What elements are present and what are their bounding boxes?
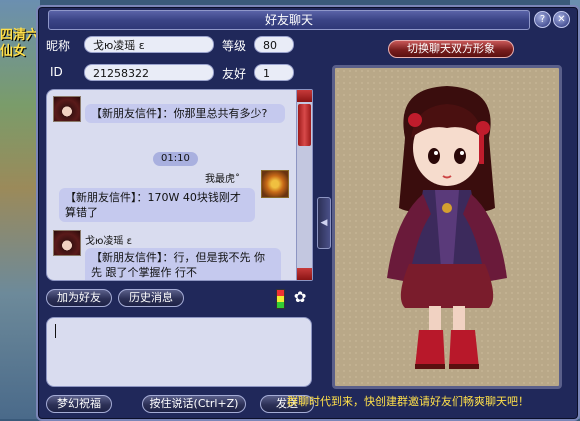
dream-bless-button[interactable]: 梦幻祝福: [46, 395, 112, 413]
friend-chat-window: 好友聊天 ? ✕ 昵称 戈ю凌瑶 ε 等级 80 ID 21258322 友好 …: [36, 5, 580, 421]
character-portrait: [332, 65, 562, 389]
message-sender: 戈ю凌瑶 ε: [85, 236, 133, 247]
scroll-up-icon[interactable]: [297, 90, 312, 102]
friendship-field: 1: [254, 64, 294, 81]
help-icon[interactable]: ?: [534, 11, 551, 28]
friend-avatar: [53, 96, 81, 122]
chat-message: 【新朋友信件】：你那里总共有多少?: [85, 104, 285, 123]
nickname-label: 昵称: [46, 39, 71, 53]
character-figure: [387, 86, 507, 369]
switch-image-button[interactable]: 切换聊天双方形象: [388, 40, 514, 58]
scroll-thumb[interactable]: [298, 104, 311, 146]
gift-icon[interactable]: ✿: [290, 288, 310, 306]
friendship-label: 友好: [222, 67, 247, 81]
chat-scrollbar[interactable]: [296, 89, 313, 281]
background-text-2: 仙女: [0, 44, 27, 59]
system-ticker: 群聊时代到来，快创建群邀请好友们畅爽聊天吧！: [287, 395, 529, 408]
message-sender: 我最虎˚: [205, 174, 240, 185]
level-label: 等级: [222, 39, 247, 53]
self-avatar: [261, 170, 289, 198]
close-icon[interactable]: ✕: [553, 11, 570, 28]
background-text-1: 四清六: [0, 28, 40, 43]
chat-message: 【新朋友信件】：行，但是我不先 你先 跟了个掌握作 行不: [85, 248, 281, 280]
panel-toggle-tab[interactable]: ◀: [317, 197, 331, 249]
scroll-down-icon[interactable]: [297, 268, 312, 280]
id-label: ID: [50, 65, 63, 79]
history-button[interactable]: 历史消息: [118, 289, 184, 307]
id-field: 21258322: [84, 64, 214, 81]
background-scene: [0, 0, 40, 419]
chat-timestamp: 01:10: [153, 152, 198, 166]
friend-avatar: [53, 230, 81, 256]
message-input[interactable]: [46, 317, 312, 387]
add-friend-button[interactable]: 加为好友: [46, 289, 112, 307]
level-field: 80: [254, 36, 294, 53]
signal-icon: [276, 289, 285, 309]
text-caret: [55, 324, 56, 338]
chat-message: 【新朋友信件】：170W 40块钱刚才算错了: [59, 188, 255, 222]
chat-history[interactable]: 【新朋友信件】：你那里总共有多少? 01:10 我最虎˚ 【新朋友信件】：170…: [46, 89, 304, 281]
voice-button[interactable]: 按住说话(Ctrl+Z): [142, 395, 246, 413]
window-title[interactable]: 好友聊天: [48, 10, 530, 30]
nickname-field: 戈ю凌瑶 ε: [84, 36, 214, 53]
